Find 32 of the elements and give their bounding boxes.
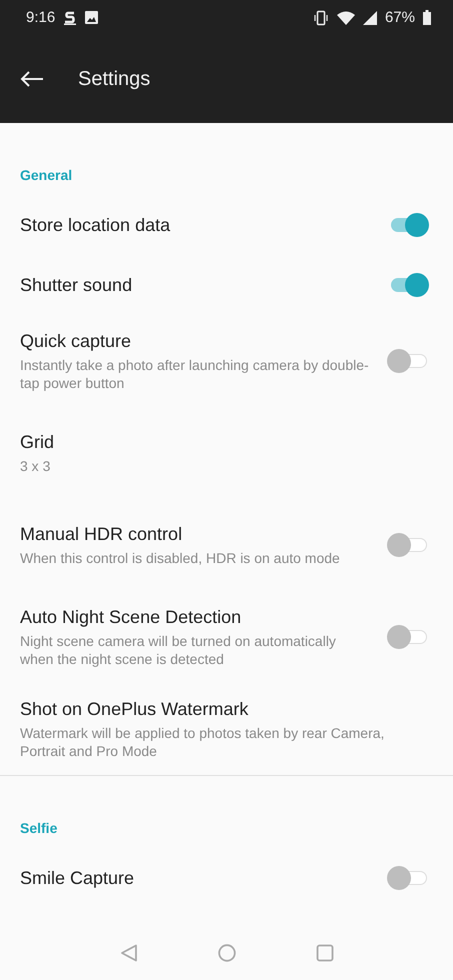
setting-description: Instantly take a photo after launching camera by double-tap power button	[20, 356, 370, 392]
setting-title[interactable]: Shutter sound	[20, 274, 371, 296]
setting-title[interactable]: Shot on OnePlus Watermark	[20, 698, 433, 720]
vibrate-icon	[312, 10, 329, 26]
setting-title[interactable]: Grid	[20, 432, 433, 452]
status-time: 9:16	[26, 9, 56, 26]
wifi-icon	[336, 10, 355, 24]
setting-description: 3 x 3	[20, 456, 52, 474]
signal-icon	[362, 10, 377, 24]
setting-title[interactable]: Smile Capture	[20, 868, 371, 888]
toggle-switch[interactable]	[387, 866, 429, 890]
setting-description: Night scene camera will be turned on automatically when the night scene is detected	[20, 632, 337, 668]
recents-icon[interactable]	[316, 944, 334, 962]
setting-title[interactable]: Auto Night Scene Detection	[20, 606, 371, 628]
setting-title[interactable]: Manual HDR control	[20, 524, 371, 544]
toggle-switch[interactable]	[387, 533, 429, 557]
home-icon[interactable]	[218, 944, 236, 962]
toggle-switch[interactable]	[387, 625, 429, 649]
setting-title[interactable]: Quick capture	[20, 330, 371, 352]
setting-title[interactable]: Store location data	[20, 214, 371, 236]
toggle-switch[interactable]	[387, 349, 429, 373]
setting-description: When this control is disabled, HDR is on auto mode	[20, 548, 341, 566]
back-icon[interactable]	[120, 944, 138, 962]
section-header: Selfie	[20, 820, 58, 836]
s-logo-icon	[63, 10, 78, 24]
battery-icon	[423, 10, 431, 25]
back-arrow-icon[interactable]	[20, 71, 44, 87]
section-header: General	[20, 167, 72, 183]
setting-description: Watermark will be applied to photos taken by rear Camera, Portrait and Pro Mode	[20, 724, 386, 760]
screen-title: Settings	[78, 68, 150, 90]
image-icon	[85, 11, 98, 24]
battery-percent: 67%	[384, 9, 415, 26]
